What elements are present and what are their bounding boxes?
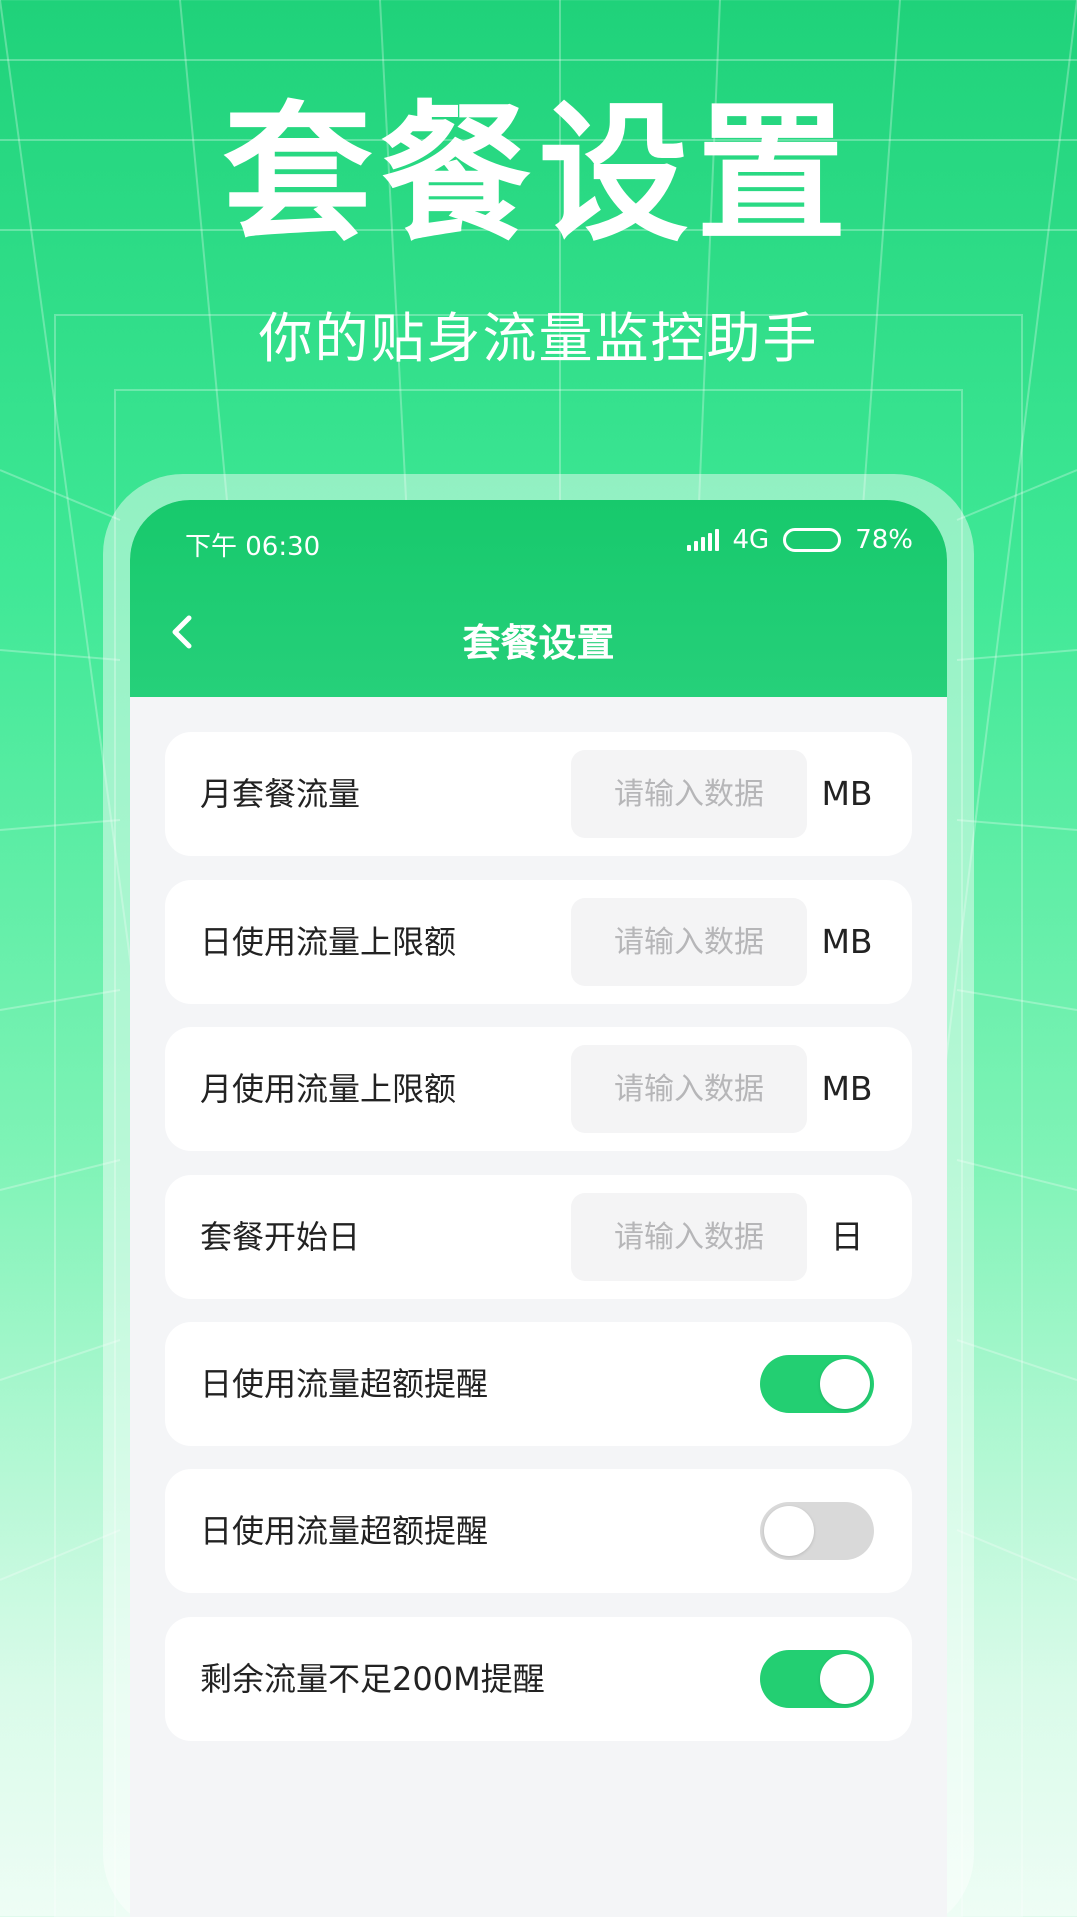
unit-label: MB — [821, 922, 873, 961]
setting-label: 月套餐流量 — [200, 775, 361, 813]
unit-label: MB — [821, 1069, 873, 1108]
setting-label: 日使用流量超额提醒 — [200, 1512, 489, 1550]
setting-label: 日使用流量超额提醒 — [200, 1365, 489, 1403]
phone-screen: 下午 06:30 4G 78% 套餐设置 月套餐流量 MB 日使用流量上限额 M… — [130, 500, 947, 1917]
toggle-knob — [820, 1359, 870, 1409]
unit-label: MB — [821, 774, 873, 813]
app-header: 下午 06:30 4G 78% 套餐设置 — [130, 500, 947, 697]
setting-row-monthly-limit: 月使用流量上限额 MB — [165, 1027, 912, 1151]
toggle-knob — [820, 1654, 870, 1704]
setting-row-daily-alert: 日使用流量超额提醒 — [165, 1322, 912, 1446]
daily-alert-toggle-2[interactable] — [760, 1502, 874, 1560]
start-day-input[interactable] — [571, 1193, 807, 1281]
low-data-alert-toggle[interactable] — [760, 1650, 874, 1708]
unit-label: 日 — [830, 1217, 864, 1256]
battery-icon — [783, 528, 842, 552]
setting-row-daily-limit: 日使用流量上限额 MB — [165, 880, 912, 1004]
status-time: 下午 06:30 — [185, 532, 321, 562]
monthly-limit-input[interactable] — [571, 1045, 807, 1133]
daily-alert-toggle[interactable] — [760, 1355, 874, 1413]
toggle-knob — [764, 1506, 814, 1556]
setting-row-daily-alert-2: 日使用流量超额提醒 — [165, 1469, 912, 1593]
setting-row-start-day: 套餐开始日 日 — [165, 1175, 912, 1299]
network-type: 4G — [732, 525, 770, 555]
page-title: 套餐设置 — [462, 621, 615, 665]
setting-label: 日使用流量上限额 — [200, 923, 457, 961]
setting-label: 套餐开始日 — [200, 1218, 361, 1256]
monthly-plan-input[interactable] — [571, 750, 807, 838]
status-indicators: 4G 78% — [686, 522, 913, 558]
setting-row-monthly-plan: 月套餐流量 MB — [165, 732, 912, 856]
setting-row-low-data-alert: 剩余流量不足200M提醒 — [165, 1617, 912, 1741]
daily-limit-input[interactable] — [571, 898, 807, 986]
signal-icon — [686, 529, 719, 551]
setting-label: 剩余流量不足200M提醒 — [200, 1660, 545, 1698]
battery-percent: 78% — [855, 525, 913, 555]
promo-title: 套餐设置 — [222, 88, 855, 262]
setting-label: 月使用流量上限额 — [200, 1070, 457, 1108]
promo-subtitle: 你的贴身流量监控助手 — [258, 307, 819, 370]
